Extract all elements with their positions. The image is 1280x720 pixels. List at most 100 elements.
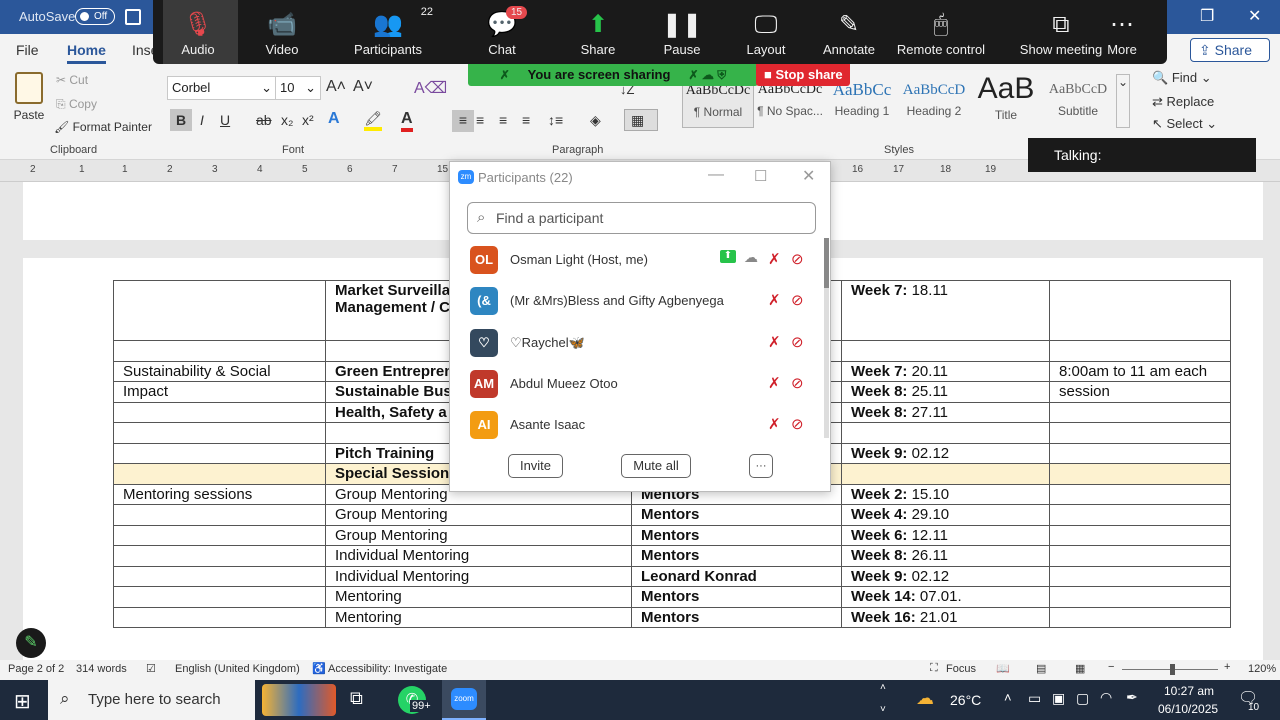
participant-row[interactable]: AM Abdul Mueez Otoo ✗ ⊘ xyxy=(450,362,820,403)
facilitator-cell[interactable]: Mentors xyxy=(631,545,842,567)
line-spacing-icon[interactable]: ↕≡ xyxy=(548,112,563,128)
page-count[interactable]: Page 2 of 2 xyxy=(8,663,64,675)
italic-icon[interactable]: I xyxy=(200,112,204,128)
toolbar-video-button[interactable]: 📹 Video xyxy=(242,8,322,57)
clock-date[interactable]: 06/10/2025 xyxy=(1158,702,1218,716)
time-cell[interactable]: 8:00am to 11 am each xyxy=(1049,360,1231,382)
copy-button[interactable]: ⎘ Copy xyxy=(56,97,97,112)
mic-off-icon[interactable]: ✗ xyxy=(768,250,781,268)
session-cell[interactable]: Individual Mentoring xyxy=(325,545,632,567)
date-cell[interactable]: Week 8: 26.11 xyxy=(841,545,1050,567)
align-left-icon[interactable]: ≡ xyxy=(452,110,474,132)
mute-all-button[interactable]: Mute all xyxy=(621,454,691,478)
taskbar-search[interactable]: ⌕ Type here to search xyxy=(48,680,255,720)
autosave-toggle[interactable]: Off xyxy=(75,8,115,25)
time-cell[interactable] xyxy=(1049,586,1231,608)
session-cell[interactable]: Individual Mentoring xyxy=(325,565,632,587)
category-cell[interactable] xyxy=(113,545,326,567)
date-cell[interactable]: Week 2: 15.10 xyxy=(841,483,1050,505)
participants-header[interactable]: zm Participants (22) — ☐ ✕ xyxy=(450,162,830,192)
word-count[interactable]: 314 words xyxy=(76,663,127,675)
clock-time[interactable]: 10:27 am xyxy=(1164,684,1214,698)
mic-off-icon[interactable]: ✗ xyxy=(768,333,781,351)
category-cell[interactable] xyxy=(113,606,326,628)
align-center-icon[interactable]: ≡ xyxy=(476,112,484,128)
display-icon[interactable]: ▢ xyxy=(1076,690,1089,707)
category-cell[interactable] xyxy=(113,586,326,608)
invite-button[interactable]: Invite xyxy=(508,454,563,478)
toolbar-participants-button[interactable]: 👥 Participants 22 xyxy=(343,6,433,57)
time-cell[interactable] xyxy=(1049,280,1231,341)
minimize-icon[interactable]: — xyxy=(708,166,724,184)
align-right-icon[interactable]: ≡ xyxy=(499,112,507,128)
participant-search-input[interactable]: ⌕ Find a participant xyxy=(467,202,816,234)
time-cell[interactable] xyxy=(1049,545,1231,567)
close-icon[interactable]: ✕ xyxy=(1248,6,1261,26)
time-cell[interactable] xyxy=(1049,422,1231,444)
mic-off-icon[interactable]: ✗ xyxy=(768,291,781,309)
chevron-up-icon[interactable]: ˄ xyxy=(880,682,886,693)
subscript-icon[interactable]: x₂ xyxy=(281,112,293,128)
toolbar-audio-button[interactable]: 🎙 Audio xyxy=(163,8,233,57)
date-cell[interactable]: Week 9: 02.12 xyxy=(841,565,1050,587)
participants-panel[interactable]: zm Participants (22) — ☐ ✕ ⌕ Find a part… xyxy=(449,161,831,492)
date-cell[interactable]: Week 9: 02.12 xyxy=(841,442,1050,464)
category-cell[interactable] xyxy=(113,422,326,444)
save-icon[interactable] xyxy=(125,9,141,25)
read-mode-icon[interactable]: 📖 xyxy=(996,662,1010,675)
proofing-icon[interactable]: ☑ xyxy=(146,662,156,675)
cut-button[interactable]: ✂ Cut xyxy=(56,73,88,87)
time-cell[interactable] xyxy=(1049,442,1231,464)
font-name-select[interactable]: Corbel ⌄ xyxy=(167,76,277,100)
styles-scroll-icon[interactable]: ⌄ xyxy=(1116,74,1130,128)
zoom-slider-thumb[interactable] xyxy=(1170,664,1175,675)
zoom-out-icon[interactable]: − xyxy=(1108,661,1114,673)
chevron-down-icon[interactable]: ˅ xyxy=(880,704,886,715)
print-layout-icon[interactable]: ▤ xyxy=(1036,662,1046,675)
date-cell[interactable]: Week 14: 07.01. xyxy=(841,586,1050,608)
toolbar-layout-button[interactable]: 🖵 Layout xyxy=(731,8,801,57)
underline-icon[interactable]: U xyxy=(220,112,230,128)
category-cell[interactable] xyxy=(113,463,326,485)
weather-temp[interactable]: 26°C xyxy=(950,692,981,708)
category-cell[interactable]: Sustainability & Social xyxy=(113,360,326,382)
category-cell[interactable] xyxy=(113,401,326,423)
video-off-icon[interactable]: ⊘ xyxy=(791,415,804,433)
time-cell[interactable] xyxy=(1049,463,1231,485)
weather-icon[interactable]: ☁ xyxy=(916,688,934,709)
format-painter-button[interactable]: 🖌 Format Painter xyxy=(54,120,152,134)
shrink-font-icon[interactable]: A˅ xyxy=(353,78,373,96)
participants-scrollbar[interactable] xyxy=(824,238,829,438)
style-subtitle[interactable]: AaBbCcD Subtitle xyxy=(1042,72,1114,128)
task-view-icon[interactable]: ⧉ xyxy=(350,688,363,709)
date-cell[interactable]: Week 7: 18.11 xyxy=(841,280,1050,341)
category-cell[interactable]: Mentoring sessions xyxy=(113,483,326,505)
category-cell[interactable] xyxy=(113,280,326,341)
participant-row[interactable]: ♡ ♡Raychel🦋 ✗ ⊘ xyxy=(450,321,820,362)
date-cell[interactable]: Week 8: 27.11 xyxy=(841,401,1050,423)
replace-button[interactable]: ⇄ Replace xyxy=(1152,94,1214,110)
time-cell[interactable] xyxy=(1049,565,1231,587)
paste-button[interactable]: Paste xyxy=(12,72,46,122)
battery-icon[interactable]: ▭ xyxy=(1028,690,1041,707)
time-cell[interactable] xyxy=(1049,483,1231,505)
participant-row[interactable]: (& (Mr &Mrs)Bless and Gifty Agbenyega ✗ ⊘ xyxy=(450,279,820,320)
zoom-in-icon[interactable]: + xyxy=(1224,661,1230,673)
font-size-select[interactable]: 10 ⌄ xyxy=(275,76,321,100)
category-cell[interactable] xyxy=(113,565,326,587)
video-off-icon[interactable]: ⊘ xyxy=(791,333,804,351)
web-layout-icon[interactable]: ▦ xyxy=(1075,662,1085,675)
date-cell[interactable]: Week 7: 20.11 xyxy=(841,360,1050,382)
find-button[interactable]: 🔍 Find ⌄ xyxy=(1152,70,1212,86)
video-off-icon[interactable]: ⊘ xyxy=(791,374,804,392)
tray-expand-icon[interactable]: ˄ xyxy=(1004,690,1012,705)
style-title[interactable]: AaB Title xyxy=(970,72,1042,128)
font-color-icon[interactable]: A xyxy=(401,110,413,132)
date-cell[interactable]: Week 16: 21.01 xyxy=(841,606,1050,628)
time-cell[interactable] xyxy=(1049,401,1231,423)
tab-file[interactable]: File xyxy=(16,42,39,58)
shading-icon[interactable]: ◈ xyxy=(590,112,601,129)
mic-off-icon[interactable]: ✗ xyxy=(768,374,781,392)
time-cell[interactable]: session xyxy=(1049,381,1231,403)
date-cell[interactable]: Week 6: 12.11 xyxy=(841,524,1050,546)
